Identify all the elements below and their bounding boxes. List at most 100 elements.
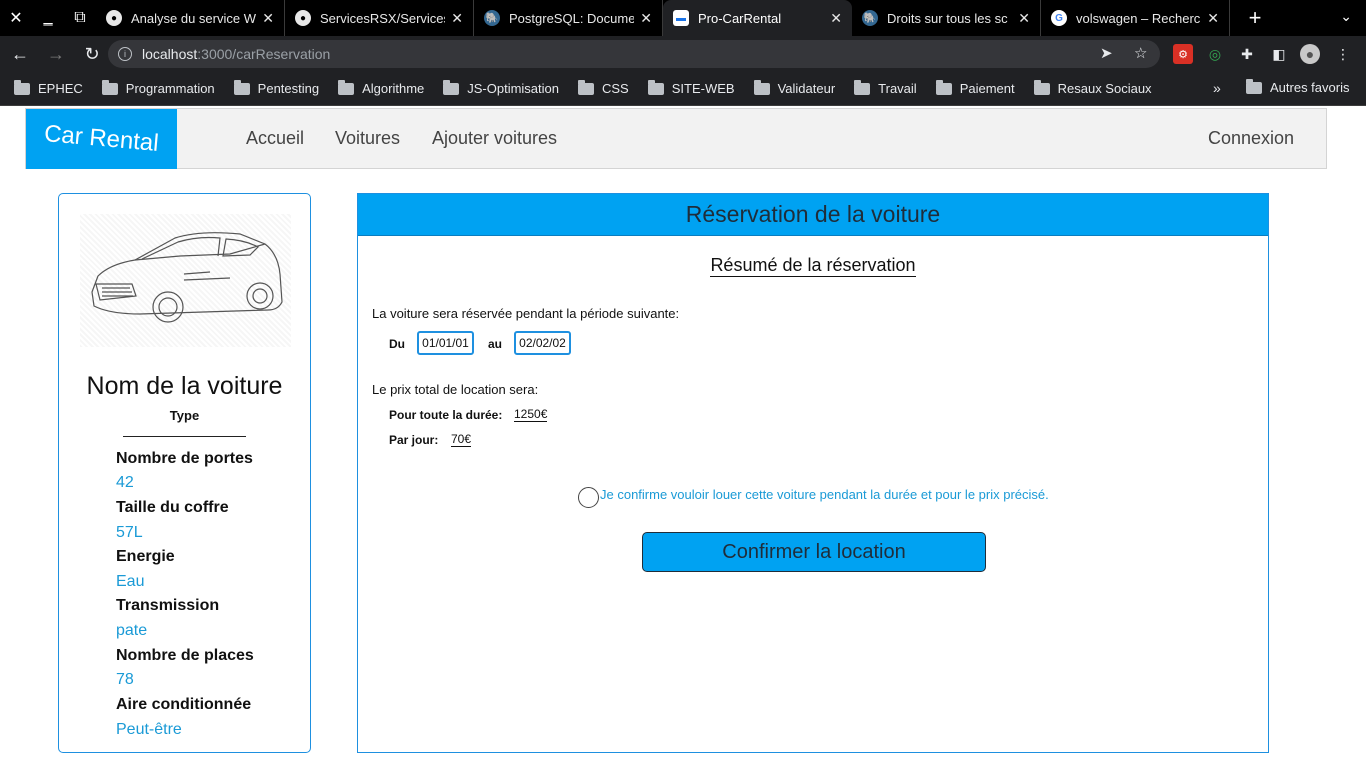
browser-menu-icon[interactable]: ⋮ bbox=[1333, 44, 1353, 64]
bookmark-folder[interactable]: Validateur bbox=[753, 79, 836, 96]
spec-value: pate bbox=[116, 622, 148, 639]
bookmark-folder[interactable]: Travail bbox=[854, 79, 917, 96]
daily-price-value: 70€ bbox=[451, 432, 472, 447]
browser-toolbar: ← → ↻ i localhost:3000/carReservation ➤ … bbox=[0, 36, 1366, 72]
back-arrow-icon[interactable]: ← bbox=[4, 38, 36, 70]
bookmark-folder[interactable]: Resaux Sociaux bbox=[1033, 79, 1152, 96]
folder-icon bbox=[753, 79, 770, 95]
tab-title: Droits sur tous les sc bbox=[887, 10, 1008, 26]
spec-label: Nombre de portes bbox=[116, 450, 253, 467]
folder-icon bbox=[338, 79, 355, 95]
nav-link-connexion[interactable]: Connexion bbox=[1208, 128, 1294, 149]
folder-icon bbox=[14, 79, 30, 95]
spec-label: Nombre de places bbox=[116, 647, 254, 664]
github-icon: ● bbox=[295, 10, 311, 26]
bookmark-label: CSS bbox=[602, 81, 629, 96]
folder-icon bbox=[935, 79, 952, 95]
browser-tab[interactable]: 🐘 Droits sur tous les sc ✕ bbox=[852, 0, 1041, 36]
address-bar[interactable]: i localhost:3000/carReservation ➤ ☆ bbox=[108, 40, 1160, 68]
tab-title: PostgreSQL: Docume bbox=[509, 10, 635, 26]
from-label: Du bbox=[389, 337, 405, 351]
folder-icon bbox=[647, 79, 664, 95]
car-icon: ▬ bbox=[673, 10, 689, 26]
github-icon: ● bbox=[106, 10, 122, 26]
car-illustration bbox=[91, 232, 283, 323]
nav-link-ajouter-voitures[interactable]: Ajouter voitures bbox=[432, 128, 557, 149]
restore-window-icon[interactable]: ⧉ bbox=[64, 0, 96, 36]
browser-tab-active[interactable]: ▬ Pro-CarRental ✕ bbox=[663, 0, 852, 36]
browser-tab[interactable]: 🐘 PostgreSQL: Docume ✕ bbox=[474, 0, 663, 36]
browser-tab[interactable]: G volswagen – Recherc ✕ bbox=[1041, 0, 1230, 36]
bookmark-folder[interactable]: Paiement bbox=[935, 79, 1015, 96]
close-tab-icon[interactable]: ✕ bbox=[1207, 10, 1219, 27]
app-navbar: Car Rental Accueil Voitures Ajouter voit… bbox=[25, 108, 1327, 169]
confirm-label[interactable]: Je confirme vouloir louer cette voiture … bbox=[600, 487, 1049, 502]
other-bookmarks-folder[interactable]: Autres favoris bbox=[1246, 78, 1349, 95]
close-tab-icon[interactable]: ✕ bbox=[262, 10, 274, 27]
side-panel-icon[interactable]: ◧ bbox=[1269, 44, 1289, 64]
summary-title: Résumé de la réservation bbox=[358, 255, 1268, 277]
folder-icon bbox=[443, 79, 460, 95]
spec-label: Aire conditionnée bbox=[116, 696, 252, 713]
bookmark-label: Programmation bbox=[125, 81, 215, 96]
bookmark-folder[interactable]: CSS bbox=[578, 79, 629, 96]
tab-search-chevron-icon[interactable]: ⌄ bbox=[1340, 8, 1352, 25]
postgresql-icon: 🐘 bbox=[484, 10, 500, 26]
summary-title-text: Résumé de la réservation bbox=[710, 255, 916, 277]
more-bookmarks-icon[interactable]: » bbox=[1213, 80, 1221, 96]
reload-icon[interactable]: ↻ bbox=[76, 38, 108, 70]
extensions-puzzle-icon[interactable]: ✚ bbox=[1237, 44, 1257, 64]
spec-value: 78 bbox=[116, 671, 134, 688]
new-tab-icon[interactable]: + bbox=[1240, 5, 1270, 31]
tab-title: Analyse du service W bbox=[131, 10, 256, 26]
url-path: :3000/carReservation bbox=[197, 46, 331, 62]
nav-link-voitures[interactable]: Voitures bbox=[335, 128, 400, 149]
extension-icon[interactable]: ⚙ bbox=[1173, 44, 1193, 64]
bookmark-label: Paiement bbox=[959, 81, 1015, 96]
bookmark-folder[interactable]: EPHEC bbox=[14, 79, 83, 96]
daily-price-label: Par jour: bbox=[389, 433, 439, 447]
spec-value: 57L bbox=[116, 524, 143, 541]
bookmarks-bar: EPHEC Programmation Pentesting Algorithm… bbox=[0, 72, 1366, 106]
reservation-panel: Réservation de la voiture Résumé de la r… bbox=[357, 193, 1269, 753]
confirm-rental-button[interactable]: Confirmer la location bbox=[642, 532, 986, 572]
confirm-radio[interactable] bbox=[578, 487, 599, 508]
brand-logo[interactable]: Car Rental bbox=[26, 109, 177, 169]
bookmark-folder[interactable]: Pentesting bbox=[233, 79, 319, 96]
send-icon[interactable]: ➤ bbox=[1100, 44, 1113, 62]
period-text: La voiture sera réservée pendant la péri… bbox=[372, 306, 680, 321]
bookmark-label: Validateur bbox=[777, 81, 836, 96]
bookmark-label: Resaux Sociaux bbox=[1057, 81, 1152, 96]
total-price-value: 1250€ bbox=[514, 407, 548, 422]
bookmark-folder[interactable]: Algorithme bbox=[338, 79, 424, 96]
site-info-icon[interactable]: i bbox=[118, 47, 132, 61]
extension-target-icon[interactable]: ◎ bbox=[1205, 44, 1225, 64]
minimize-window-icon[interactable]: ‗ bbox=[32, 0, 64, 36]
bookmark-star-icon[interactable]: ☆ bbox=[1134, 44, 1147, 62]
close-tab-icon[interactable]: ✕ bbox=[451, 10, 463, 27]
close-tab-icon[interactable]: ✕ bbox=[640, 10, 652, 27]
bookmark-folder[interactable]: Programmation bbox=[101, 79, 215, 96]
close-tab-icon[interactable]: ✕ bbox=[1018, 10, 1030, 27]
folder-icon bbox=[578, 79, 594, 95]
folder-icon bbox=[1033, 79, 1050, 95]
google-icon: G bbox=[1051, 10, 1067, 26]
folder-icon bbox=[854, 79, 871, 95]
end-date-field[interactable]: 02/02/02 bbox=[514, 331, 571, 355]
spec-label: Transmission bbox=[116, 597, 220, 614]
profile-avatar-icon[interactable]: ● bbox=[1300, 44, 1320, 64]
bookmark-folder[interactable]: SITE-WEB bbox=[647, 79, 735, 96]
tab-title: ServicesRSX/Services bbox=[320, 10, 446, 26]
tab-title: Pro-CarRental bbox=[698, 10, 782, 26]
browser-tab[interactable]: ● ServicesRSX/Services ✕ bbox=[285, 0, 474, 36]
forward-arrow-icon[interactable]: → bbox=[40, 38, 72, 70]
spec-label: Energie bbox=[116, 548, 175, 565]
start-date-field[interactable]: 01/01/01 bbox=[417, 331, 474, 355]
bookmark-label: JS-Optimisation bbox=[467, 81, 559, 96]
bookmark-folder[interactable]: JS-Optimisation bbox=[443, 79, 559, 96]
close-window-icon[interactable]: ✕ bbox=[0, 0, 32, 36]
browser-tab[interactable]: ● Analyse du service W ✕ bbox=[96, 0, 285, 36]
car-card: Nom de la voiture Type Nombre de portes … bbox=[58, 193, 311, 753]
close-tab-icon[interactable]: ✕ bbox=[830, 10, 842, 27]
nav-link-accueil[interactable]: Accueil bbox=[246, 128, 304, 149]
